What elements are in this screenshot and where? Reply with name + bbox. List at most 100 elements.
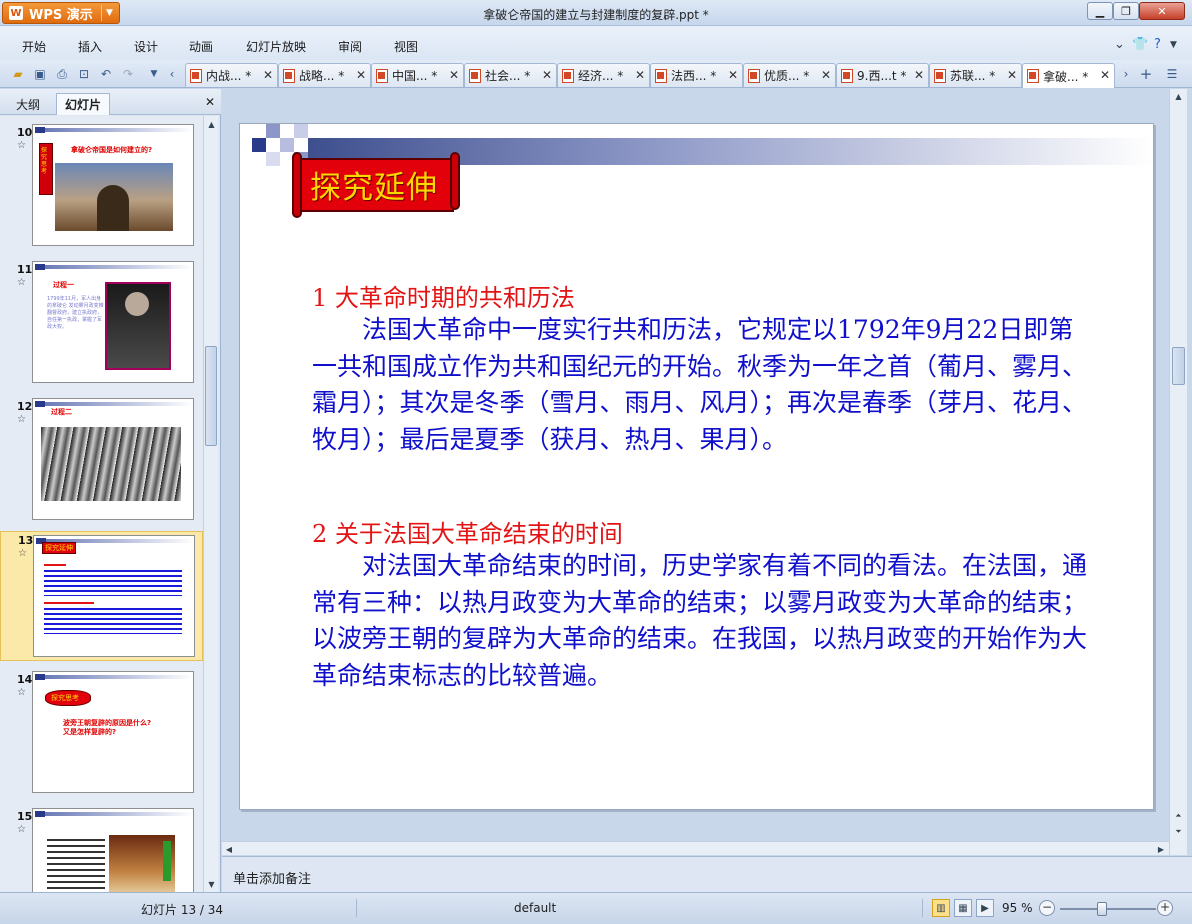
zoom-out-button[interactable]: − xyxy=(1039,900,1055,916)
slide-vertical-scrollbar[interactable]: ▲ ⏶ ⏷ xyxy=(1169,89,1187,855)
slide-thumbnail-13[interactable]: 13 ☆ 探究延伸 xyxy=(0,531,203,661)
thumb-title: 拿破仑帝国是如何建立的? xyxy=(71,146,153,154)
next-slide-icon[interactable]: ⏷ xyxy=(1170,825,1187,839)
doc-tab[interactable]: 优质... * ✕ xyxy=(743,63,836,87)
tab-list-icon[interactable]: ☰ xyxy=(1164,66,1180,82)
help-dropdown-icon[interactable]: ▼ xyxy=(1170,40,1177,50)
napoleon-portrait-image xyxy=(105,282,171,370)
menu-animation[interactable]: 动画 xyxy=(189,38,213,55)
thumb-body: 又是怎样复辟的? xyxy=(63,728,117,736)
doc-tab-label: 战略... * xyxy=(299,69,345,83)
scrollbar-thumb[interactable] xyxy=(1172,347,1185,385)
section1-body[interactable]: 法国大革命中一度实行共和历法，它规定以1792年9月22日即第一共和国成立作为共… xyxy=(312,312,1092,458)
slideshow-view-icon[interactable]: ▶ xyxy=(976,899,994,917)
deco-square xyxy=(294,124,308,138)
close-tab-icon[interactable]: ✕ xyxy=(914,68,924,82)
menu-slideshow[interactable]: 幻灯片放映 xyxy=(246,38,306,55)
scroll-down-icon[interactable]: ▼ xyxy=(204,876,219,892)
slide-thumbnail-11[interactable]: 11 ☆ 过程一 1799年11月，军人出身的拿破仑 发动雾月政变推翻督政府，建… xyxy=(0,261,203,391)
zoom-level: 95 % xyxy=(1002,901,1033,915)
doc-tab[interactable]: 内战... * ✕ xyxy=(185,63,278,87)
current-slide[interactable]: 探究延伸 1 大革命时期的共和历法 法国大革命中一度实行共和历法，它规定以179… xyxy=(239,123,1154,810)
coronation-painting-image xyxy=(109,835,175,892)
close-tab-icon[interactable]: ✕ xyxy=(821,68,831,82)
slide-thumbnail-15[interactable]: 15 ☆ xyxy=(0,808,203,892)
doc-tab[interactable]: 战略... * ✕ xyxy=(278,63,371,87)
doc-tab[interactable]: 9.西...t * ✕ xyxy=(836,63,929,87)
close-tab-icon[interactable]: ✕ xyxy=(356,68,366,82)
doc-tab-label: 内战... * xyxy=(206,69,252,83)
section2-body[interactable]: 对法国大革命结束的时间，历史学家有着不同的看法。在法国，通常有三种：以热月政变为… xyxy=(312,548,1092,694)
doc-tab[interactable]: 经济... * ✕ xyxy=(557,63,650,87)
minimize-button[interactable]: ▁ xyxy=(1087,2,1113,20)
deco-square xyxy=(266,152,280,166)
zoom-in-button[interactable]: + xyxy=(1157,900,1173,916)
maximize-button[interactable]: ❐ xyxy=(1113,2,1139,20)
tab-slides[interactable]: 幻灯片 xyxy=(56,93,111,115)
redo-icon[interactable]: ↷ xyxy=(120,66,136,82)
menu-view[interactable]: 视图 xyxy=(394,38,418,55)
previous-slide-icon[interactable]: ⏶ xyxy=(1170,809,1187,823)
notes-pane[interactable]: 单击添加备注 xyxy=(222,856,1192,892)
normal-view-icon[interactable]: ▥ xyxy=(932,899,950,917)
tabs-scroll-right-icon[interactable]: › xyxy=(1118,66,1134,82)
menu-design[interactable]: 设计 xyxy=(134,38,158,55)
open-folder-icon[interactable]: ▰ xyxy=(10,66,26,82)
ppt-file-icon xyxy=(469,68,481,83)
slide-sorter-view-icon[interactable]: ▦ xyxy=(954,899,972,917)
close-tab-icon[interactable]: ✕ xyxy=(1100,68,1110,82)
print-icon[interactable]: ⎙ xyxy=(54,66,70,82)
section2-heading[interactable]: 2 关于法国大革命结束的时间 xyxy=(312,514,623,549)
zoom-slider-knob[interactable] xyxy=(1097,902,1107,916)
close-panel-icon[interactable]: ✕ xyxy=(205,95,215,109)
menu-insert[interactable]: 插入 xyxy=(78,38,102,55)
new-tab-icon[interactable]: + xyxy=(1138,65,1154,83)
close-tab-icon[interactable]: ✕ xyxy=(542,68,552,82)
undo-icon[interactable]: ↶ xyxy=(98,66,114,82)
doc-tab-active[interactable]: 拿破... * ✕ xyxy=(1022,63,1115,88)
doc-tab[interactable]: 苏联... * ✕ xyxy=(929,63,1022,87)
divider xyxy=(356,899,357,917)
customize-toolbar-icon[interactable]: ▼ xyxy=(146,66,162,82)
skin-icon[interactable]: 👕 xyxy=(1132,37,1148,52)
scroll-left-icon[interactable]: ◀ xyxy=(222,842,236,856)
title-banner[interactable]: 探究延伸 xyxy=(292,152,460,218)
zoom-slider-track[interactable] xyxy=(1060,908,1156,910)
scroll-up-icon[interactable]: ▲ xyxy=(204,116,219,132)
slide-thumbnail-10[interactable]: 10 ☆ 探究思考 拿破仑帝国是如何建立的? xyxy=(0,124,203,254)
slide-thumbnail-14[interactable]: 14 ☆ 探究思考 波旁王朝复辟的原因是什么? 又是怎样复辟的? xyxy=(0,671,203,801)
slide-preview: 过程二 xyxy=(32,398,194,520)
deco-square xyxy=(252,138,266,152)
collapse-ribbon-icon[interactable]: ⌄ xyxy=(1114,37,1125,52)
doc-tab-label: 经济... * xyxy=(578,69,624,83)
scroll-right-icon[interactable]: ▶ xyxy=(1154,842,1168,856)
banner-roll-right xyxy=(450,152,460,210)
close-tab-icon[interactable]: ✕ xyxy=(635,68,645,82)
close-tab-icon[interactable]: ✕ xyxy=(263,68,273,82)
help-icon[interactable]: ? xyxy=(1154,37,1161,52)
slide-preview: 探究思考 波旁王朝复辟的原因是什么? 又是怎样复辟的? xyxy=(32,671,194,793)
doc-tab[interactable]: 中国... * ✕ xyxy=(371,63,464,87)
doc-tab[interactable]: 社会... * ✕ xyxy=(464,63,557,87)
slide-horizontal-scrollbar[interactable]: ◀ ▶ xyxy=(222,841,1169,855)
close-window-button[interactable]: ✕ xyxy=(1139,2,1185,20)
scrollbar-thumb[interactable] xyxy=(205,346,217,446)
menu-home[interactable]: 开始 xyxy=(22,38,46,55)
section1-heading[interactable]: 1 大革命时期的共和历法 xyxy=(312,278,575,313)
scroll-up-icon[interactable]: ▲ xyxy=(1170,89,1187,103)
menu-review[interactable]: 审阅 xyxy=(338,38,362,55)
tab-outline[interactable]: 大纲 xyxy=(8,93,48,115)
close-tab-icon[interactable]: ✕ xyxy=(728,68,738,82)
ppt-file-icon xyxy=(655,68,667,83)
doc-tab[interactable]: 法西... * ✕ xyxy=(650,63,743,87)
tabs-scroll-left-icon[interactable]: ‹ xyxy=(164,66,180,82)
text-line xyxy=(44,602,94,604)
slide-thumbnail-12[interactable]: 12 ☆ 过程二 xyxy=(0,398,203,528)
slide-preview: 探究延伸 xyxy=(33,535,195,657)
print-preview-icon[interactable]: ⊡ xyxy=(76,66,92,82)
close-tab-icon[interactable]: ✕ xyxy=(449,68,459,82)
thumbnail-scrollbar[interactable]: ▲ ▼ xyxy=(203,116,218,892)
thumb-title: 过程一 xyxy=(53,281,74,289)
close-tab-icon[interactable]: ✕ xyxy=(1007,68,1017,82)
save-icon[interactable]: ▣ xyxy=(32,66,48,82)
